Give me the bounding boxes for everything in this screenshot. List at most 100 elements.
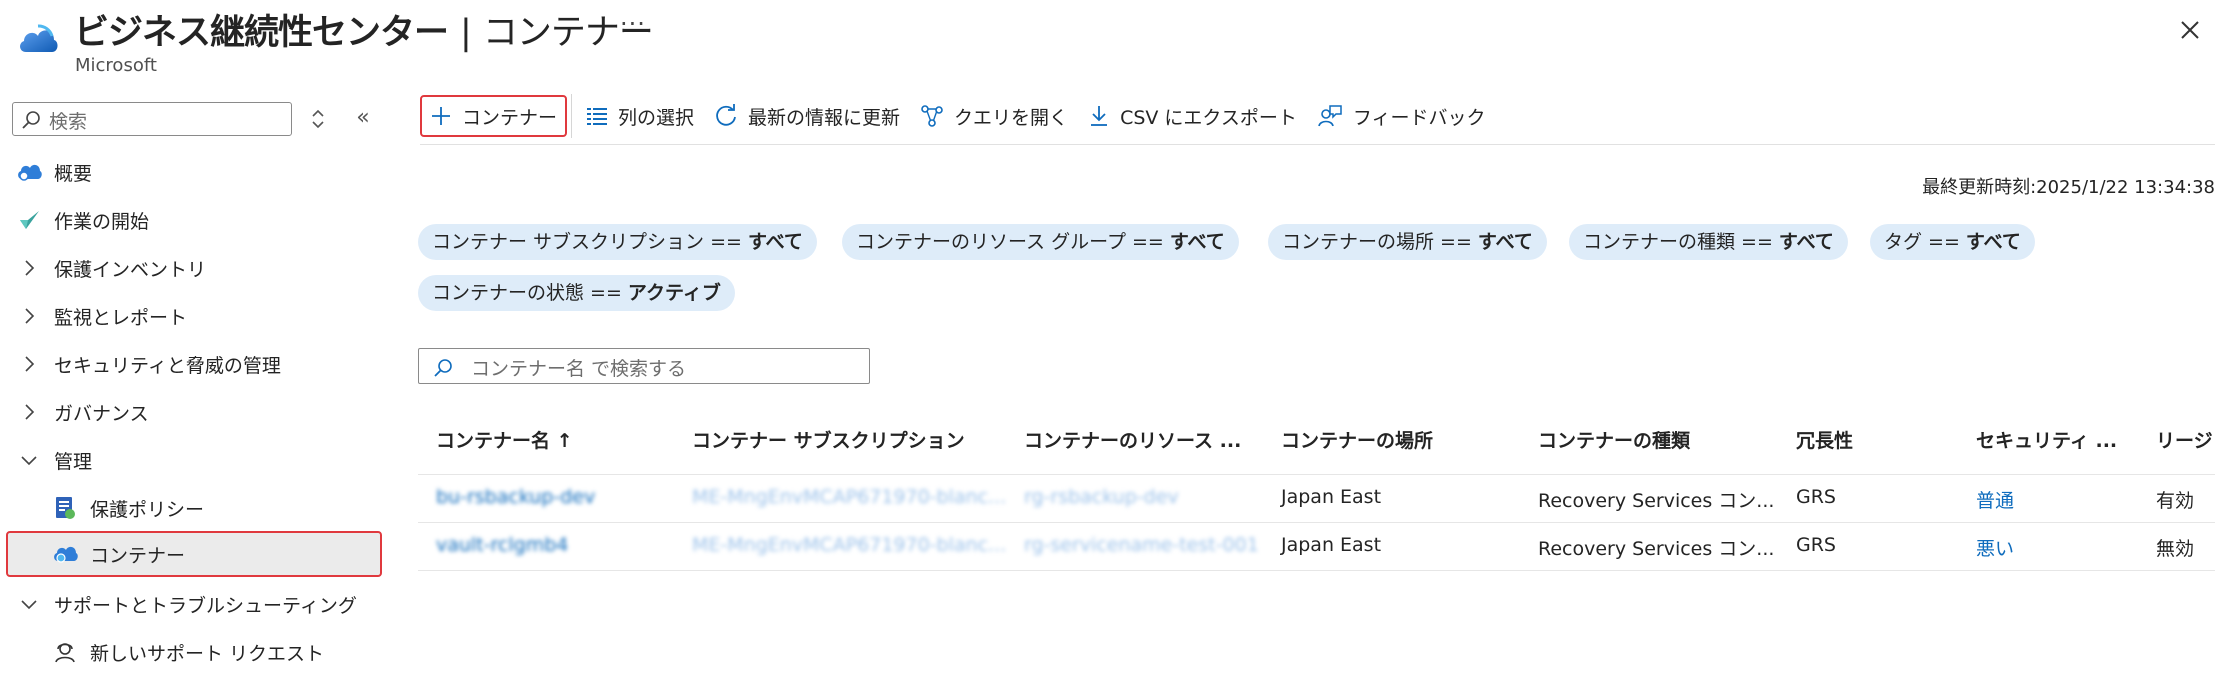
open-query-button[interactable]: クエリを開く [910,96,1078,136]
cell-vault-type: Recovery Services コン... [1538,490,1775,512]
sidebar-search-input[interactable]: 検索 [12,102,292,136]
download-icon [1091,106,1108,126]
feedback-button[interactable]: フィードバック [1307,96,1496,136]
vault-name-search-placeholder: コンテナー名 で検索する [471,358,687,380]
table-header-divider [418,474,2215,475]
cell-region: 有効 [2156,490,2195,512]
toolbar-divider-line [420,144,2215,145]
refresh-label: 最新の情報に更新 [748,106,901,129]
column-header-security[interactable]: セキュリティ ... [1976,426,2117,453]
sidebar-item-protection-inventory[interactable]: 保護インベントリ [0,246,385,290]
filter-pill-subscription[interactable]: コンテナー サブスクリプション == すべて [418,224,817,260]
column-header-resource-group[interactable]: コンテナーのリソース ... [1024,426,1241,453]
cell-subscription[interactable]: ME-MngEnvMCAP671970-blanc... [692,486,1006,508]
sidebar-item-manage[interactable]: 管理 [0,438,385,482]
cell-security-link[interactable]: 普通 [1976,486,2014,513]
filter-pill-vault-type[interactable]: コンテナーの種類 == すべて [1569,224,1848,260]
export-csv-button[interactable]: CSV にエクスポート [1078,96,1307,136]
column-header-region[interactable]: リージ [2156,426,2213,453]
sidebar-item-governance[interactable]: ガバナンス [0,390,385,434]
cell-redundancy: GRS [1796,534,1836,556]
add-vault-button[interactable]: コンテナー [420,95,568,137]
feedback-label: フィードバック [1352,106,1486,129]
edit-columns-button[interactable]: 列の選択 [576,96,704,136]
filter-pill-location[interactable]: コンテナーの場所 == すべて [1268,224,1547,260]
business-continuity-center-logo-icon [16,18,60,62]
filter-pill-vault-state[interactable]: コンテナーの状態 == アクティブ [418,275,735,311]
column-header-subscription[interactable]: コンテナー サブスクリプション [692,426,965,453]
sidebar-item-monitoring-reports[interactable]: 監視とレポート [0,294,385,338]
sidebar-item-security-threat[interactable]: セキュリティと脅威の管理 [0,342,385,386]
open-query-label: クエリを開く [954,106,1069,129]
sidebar-item-label: 概要 [54,162,93,185]
column-header-type[interactable]: コンテナーの種類 [1538,426,1690,453]
chevron-right-icon [18,401,40,423]
filter-pill-tag[interactable]: タグ == すべて [1870,224,2035,260]
filter-label: コンテナーのリソース グループ == [856,231,1170,253]
filter-value: すべて [747,231,803,253]
getting-started-icon [16,207,42,233]
title-separator: | [460,13,472,53]
sidebar-item-label: 保護ポリシー [90,498,205,521]
sidebar-item-label: セキュリティと脅威の管理 [54,354,281,377]
cell-vault-name[interactable]: bu-rsbackup-dev [436,486,595,508]
filter-pill-resource-group[interactable]: コンテナーのリソース グループ == すべて [842,224,1239,260]
close-icon [2181,21,2199,39]
sort-updown-icon [312,109,324,129]
cell-security-link[interactable]: 悪い [1976,534,2014,561]
sidebar-search-placeholder: 検索 [49,111,88,133]
sidebar-item-label: コンテナー [90,544,186,567]
sidebar-item-new-support-request[interactable]: 新しいサポート リクエスト [0,630,385,674]
support-person-icon [52,639,78,665]
filter-label: コンテナーの状態 == [432,282,628,304]
last-updated-timestamp: 最終更新時刻:2025/1/22 13:34:38 [1922,177,2215,198]
org-name: Microsoft [75,55,157,76]
filter-label: コンテナーの場所 == [1282,231,1478,253]
export-csv-label: CSV にエクスポート [1120,106,1297,129]
cell-subscription[interactable]: ME-MngEnvMCAP671970-blanc... [692,534,1006,556]
cell-vault-name[interactable]: vault-rclgmb4 [436,534,568,556]
more-options-button[interactable]: ··· [620,10,646,38]
page-title-main: ビジネス継続性センター [74,13,449,53]
search-icon [22,111,40,129]
sidebar-item-label: 保護インベントリ [54,258,207,281]
chevron-down-icon [18,449,40,471]
sidebar-item-support-troubleshooting[interactable]: サポートとトラブルシューティング [0,582,385,626]
sidebar-item-vaults[interactable]: コンテナー [6,531,382,577]
edit-columns-label: 列の選択 [618,106,695,129]
sidebar-item-label: 監視とレポート [54,306,188,329]
sidebar-collapse-button[interactable]: « [350,106,376,132]
filter-value: すべて [1169,231,1225,253]
query-graph-icon [921,105,943,127]
cell-resource-group[interactable]: rg-servicename-test-001 [1024,534,1259,556]
cell-vault-type: Recovery Services コン... [1538,538,1775,560]
toolbar-divider [571,94,573,138]
column-header-location[interactable]: コンテナーの場所 [1281,426,1433,453]
sidebar-sort-button[interactable] [306,106,330,132]
sidebar-item-protection-policy[interactable]: 保護ポリシー [0,486,385,530]
refresh-button[interactable]: 最新の情報に更新 [704,96,910,136]
sidebar-item-label: ガバナンス [54,402,149,425]
filter-value: すべて [1965,231,2021,253]
cell-resource-group[interactable]: rg-rsbackup-dev [1024,486,1179,508]
filter-value: すべて [1778,231,1834,253]
filter-value: すべて [1477,231,1533,253]
table-row-divider [418,570,2215,571]
chevron-right-icon [18,257,40,279]
page-title: ビジネス継続性センター | コンテナー [74,4,654,55]
columns-icon [587,108,608,125]
close-button[interactable] [2174,14,2206,46]
sidebar-item-label: 新しいサポート リクエスト [90,642,325,665]
filter-label: コンテナーの種類 == [1583,231,1779,253]
refresh-icon [716,104,736,126]
vault-cloud-icon [52,541,78,567]
add-vault-label: コンテナー [462,106,558,129]
sidebar-item-label: 管理 [54,450,93,473]
vault-name-search-input[interactable]: コンテナー名 で検索する [418,348,870,384]
column-header-redundancy[interactable]: 冗長性 [1796,426,1853,453]
feedback-icon [1318,105,1342,127]
sidebar-item-overview[interactable]: 概要 [0,150,385,194]
column-header-name[interactable]: コンテナー名 ↑ [436,426,573,453]
sidebar-item-getting-started[interactable]: 作業の開始 [0,198,385,242]
cell-region: 無効 [2156,538,2195,560]
